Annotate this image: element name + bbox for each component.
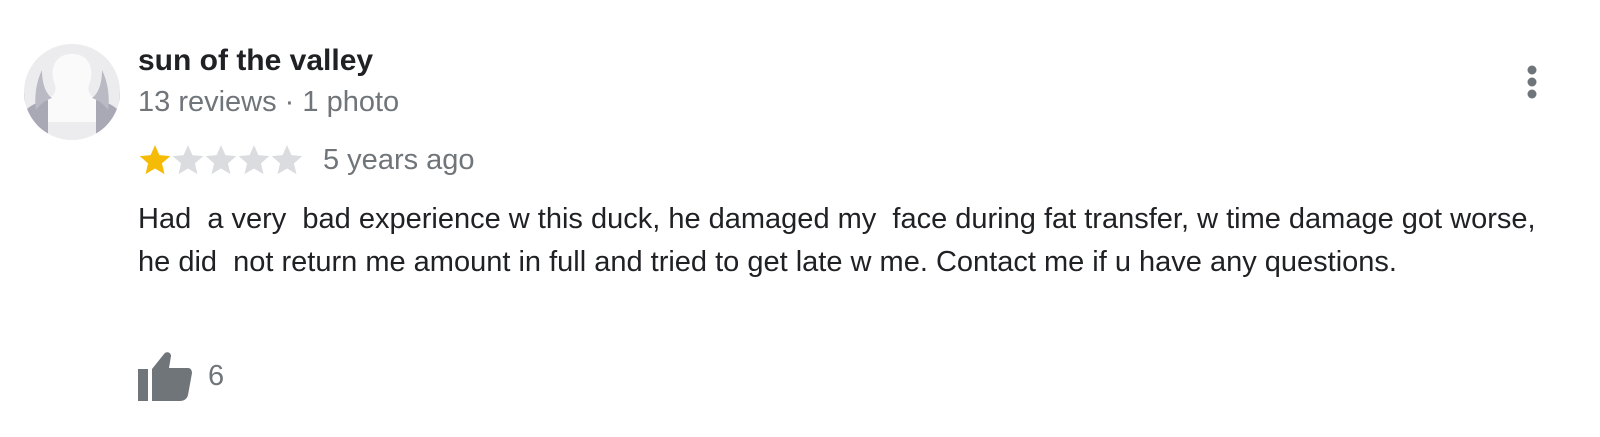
star-empty-icon (238, 145, 270, 175)
star-empty-icon (172, 145, 204, 175)
like-button[interactable]: 6 (138, 351, 224, 401)
author-avatar[interactable] (24, 44, 120, 140)
more-vert-icon (1527, 65, 1537, 99)
like-row: 6 (138, 350, 224, 402)
star-empty-icon (271, 145, 303, 175)
review-card: sun of the valley 13 reviews · 1 photo 5… (0, 0, 1600, 437)
more-options-button[interactable] (1512, 58, 1552, 106)
default-profile-icon (24, 44, 120, 140)
review-date: 5 years ago (323, 143, 475, 176)
thumb-up-icon (138, 352, 192, 401)
rating-row: 5 years ago (138, 140, 475, 180)
star-filled-icon (139, 145, 171, 175)
review-text: Had a very bad experience w this duck, h… (138, 203, 1544, 278)
star-rating (138, 140, 303, 180)
star-empty-icon (205, 145, 237, 175)
author-name[interactable]: sun of the valley (138, 44, 373, 78)
author-meta: 13 reviews · 1 photo (138, 86, 400, 118)
like-count: 6 (208, 359, 225, 392)
